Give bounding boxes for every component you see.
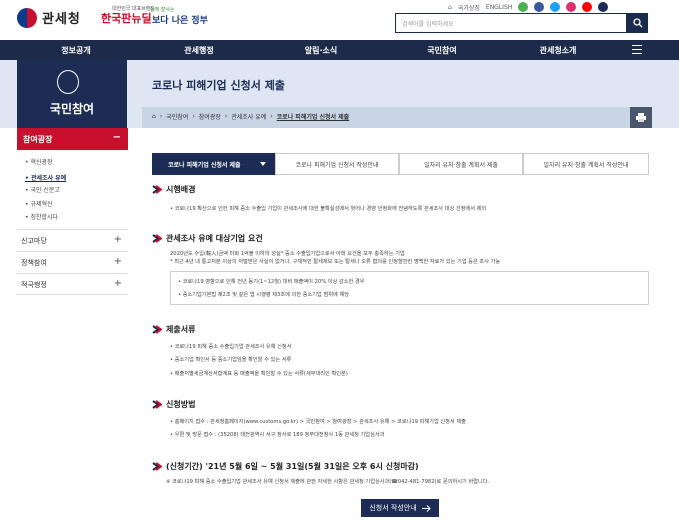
blog-icon[interactable] <box>518 2 529 12</box>
sidebar-head-plaza[interactable]: 참여광장 − <box>17 128 128 150</box>
sidebar-item-report[interactable]: 신고마당 + <box>17 229 128 251</box>
tab-submit-form[interactable]: 코로나 피해기업 신청서 제출 <box>152 153 275 175</box>
global-nav: 정보공개 관세행정 알림·소식 국민참여 관세청소개 <box>0 40 679 60</box>
caret-down-icon <box>260 162 266 166</box>
all-menu-icon[interactable] <box>632 45 642 54</box>
search-icon <box>632 18 642 28</box>
site-logo-text[interactable]: 관세청 <box>42 8 81 27</box>
sidebar-sub-item[interactable]: • 혁신광장 <box>25 157 53 166</box>
section-chevron-icon <box>152 462 162 471</box>
facebook-icon[interactable] <box>534 2 545 12</box>
section-title-eligibility: 관세조사 유예 대상기업 요건 <box>166 234 263 243</box>
page-title: 코로나 피해기업 신청서 제출 <box>152 79 285 92</box>
list-item: • 중소기업기본법 제2조 및 같은 법 시행령 제3조에 의한 중소기업 범위… <box>178 292 349 298</box>
section-chevron-icon <box>152 325 162 334</box>
gnb-item-about[interactable]: 관세청소개 <box>488 45 628 56</box>
mail-icon[interactable] <box>598 2 609 12</box>
form-guide-button[interactable]: 신청서 작성안내 <box>361 499 439 517</box>
application-period: (신청기간) '21년 5월 6일 ~ 5월 31일(5월 31일은 오후 6시… <box>166 462 419 471</box>
list-item: • 우편 및 방문 접수 : (35208) 대전광역시 서구 청사로 189 … <box>170 432 385 438</box>
korean-new-deal-logo[interactable]: 한국판뉴딜 <box>101 10 152 26</box>
expand-icon: + <box>113 256 122 267</box>
expand-icon: + <box>113 234 122 245</box>
collapse-icon: − <box>112 132 121 143</box>
section-chevron-icon <box>152 185 162 194</box>
sidebar-sub-item[interactable]: • 규제혁신 <box>25 199 53 208</box>
touch-hand-icon <box>57 70 79 94</box>
tab-form-guide[interactable]: 코로나 피해기업 신청서 작성안내 <box>275 153 399 175</box>
eligibility-footnote: * 최근 4년 내 통고처분 이상의 처벌받은 사실이 없거나, 구체적인 탈세… <box>170 259 501 265</box>
gnb-item-admin[interactable]: 관세행정 <box>152 45 246 56</box>
expand-icon: + <box>113 278 122 289</box>
requirements-box <box>170 271 649 305</box>
list-item: • 코로나19 확산으로 인한 피해 중소 수출입 기업이 관세조사에 대한 불… <box>170 206 487 212</box>
top-links: ⌂ 국가상징 ENGLISH <box>448 2 609 12</box>
sidebar-sub-item[interactable]: • 징찬합시다 <box>25 212 58 221</box>
home-icon[interactable]: ⌂ <box>448 4 452 11</box>
search-input[interactable]: 검색어를 입력하세요 <box>395 13 627 33</box>
instagram-icon[interactable] <box>566 2 577 12</box>
list-item: • 중소기업 확인서 등 중소기업임을 확인할 수 있는 서류 <box>170 357 292 363</box>
list-item: • 홈페이지 접수 : 관세청홈페이지(www.customs.go.kr) >… <box>170 419 466 425</box>
gnb-item-info[interactable]: 정보공개 <box>0 45 152 56</box>
tab-jobs-plan-submit[interactable]: 일자리 유지·창출 계획서 제출 <box>399 153 523 175</box>
list-item: • 코로나19 피해 중소 수출입기업 관세조사 유예 신청서 <box>170 344 292 350</box>
top-link-english[interactable]: ENGLISH <box>486 4 512 11</box>
top-link-symbol[interactable]: 국가상징 <box>458 3 480 12</box>
twitter-icon[interactable] <box>550 2 561 12</box>
customs-logo-icon[interactable] <box>17 8 37 28</box>
gov-tagline: 함께 잘사는 <box>150 7 175 13</box>
section-chevron-icon <box>152 400 162 409</box>
section-title: 국민참여 <box>49 102 95 116</box>
printer-icon <box>636 113 646 122</box>
breadcrumb: ⌂ › 국민참여 › 참여광장 › 관세조사 유예 › 코로나 피해기업 신청서 제출 <box>152 112 350 121</box>
breadcrumb-item[interactable]: 관세조사 유예 <box>231 112 266 121</box>
eligibility-note: 2020년도 수입(輸入)금액 미화 1억불 이하의 성실* 중소 수출입기업으… <box>170 251 405 257</box>
breadcrumb-current: 코로나 피해기업 신청서 제출 <box>276 114 350 121</box>
home-icon[interactable]: ⌂ <box>152 113 156 120</box>
gnb-item-participation[interactable]: 국민참여 <box>396 45 488 56</box>
print-button[interactable] <box>630 107 652 128</box>
sidebar-sub-item-active[interactable]: • 관세조사 유예 <box>25 173 66 182</box>
section-title-background: 시행배경 <box>166 185 196 194</box>
contact-note: ※ 코로나19 피해 중소 수출입기업 관세조사 유예 신청서 제출에 관한 자… <box>166 479 490 485</box>
section-chevron-icon <box>152 234 162 243</box>
section-title-documents: 제출서류 <box>166 325 196 334</box>
sidebar-item-active-admin[interactable]: 적극행정 + <box>17 273 128 295</box>
list-item: • 매출처별세금계산서합계표 등 매출액을 확인할 수 있는 서류(세무대리인 … <box>170 371 348 377</box>
gnb-item-news[interactable]: 알림·소식 <box>246 45 396 56</box>
arrow-right-icon <box>421 504 431 512</box>
youtube-icon[interactable] <box>582 2 593 12</box>
search-button[interactable] <box>627 13 648 33</box>
breadcrumb-item[interactable]: 참여광장 <box>199 112 221 121</box>
sidebar-sub-item[interactable]: • 국민 신문고 <box>25 185 60 194</box>
breadcrumb-item[interactable]: 국민참여 <box>166 112 188 121</box>
tab-jobs-plan-guide[interactable]: 일자리 유지·창출 계획서 작성안내 <box>523 153 649 175</box>
list-item: • 코로나19 영향으로 인해 전년 동기(1~12월) 대비 매출액이 20%… <box>178 279 365 285</box>
sidebar-item-policy[interactable]: 정책참여 + <box>17 251 128 273</box>
section-title-method: 신청방법 <box>166 400 196 409</box>
better-gov-logo[interactable]: 보다 나은 정부 <box>152 13 208 26</box>
